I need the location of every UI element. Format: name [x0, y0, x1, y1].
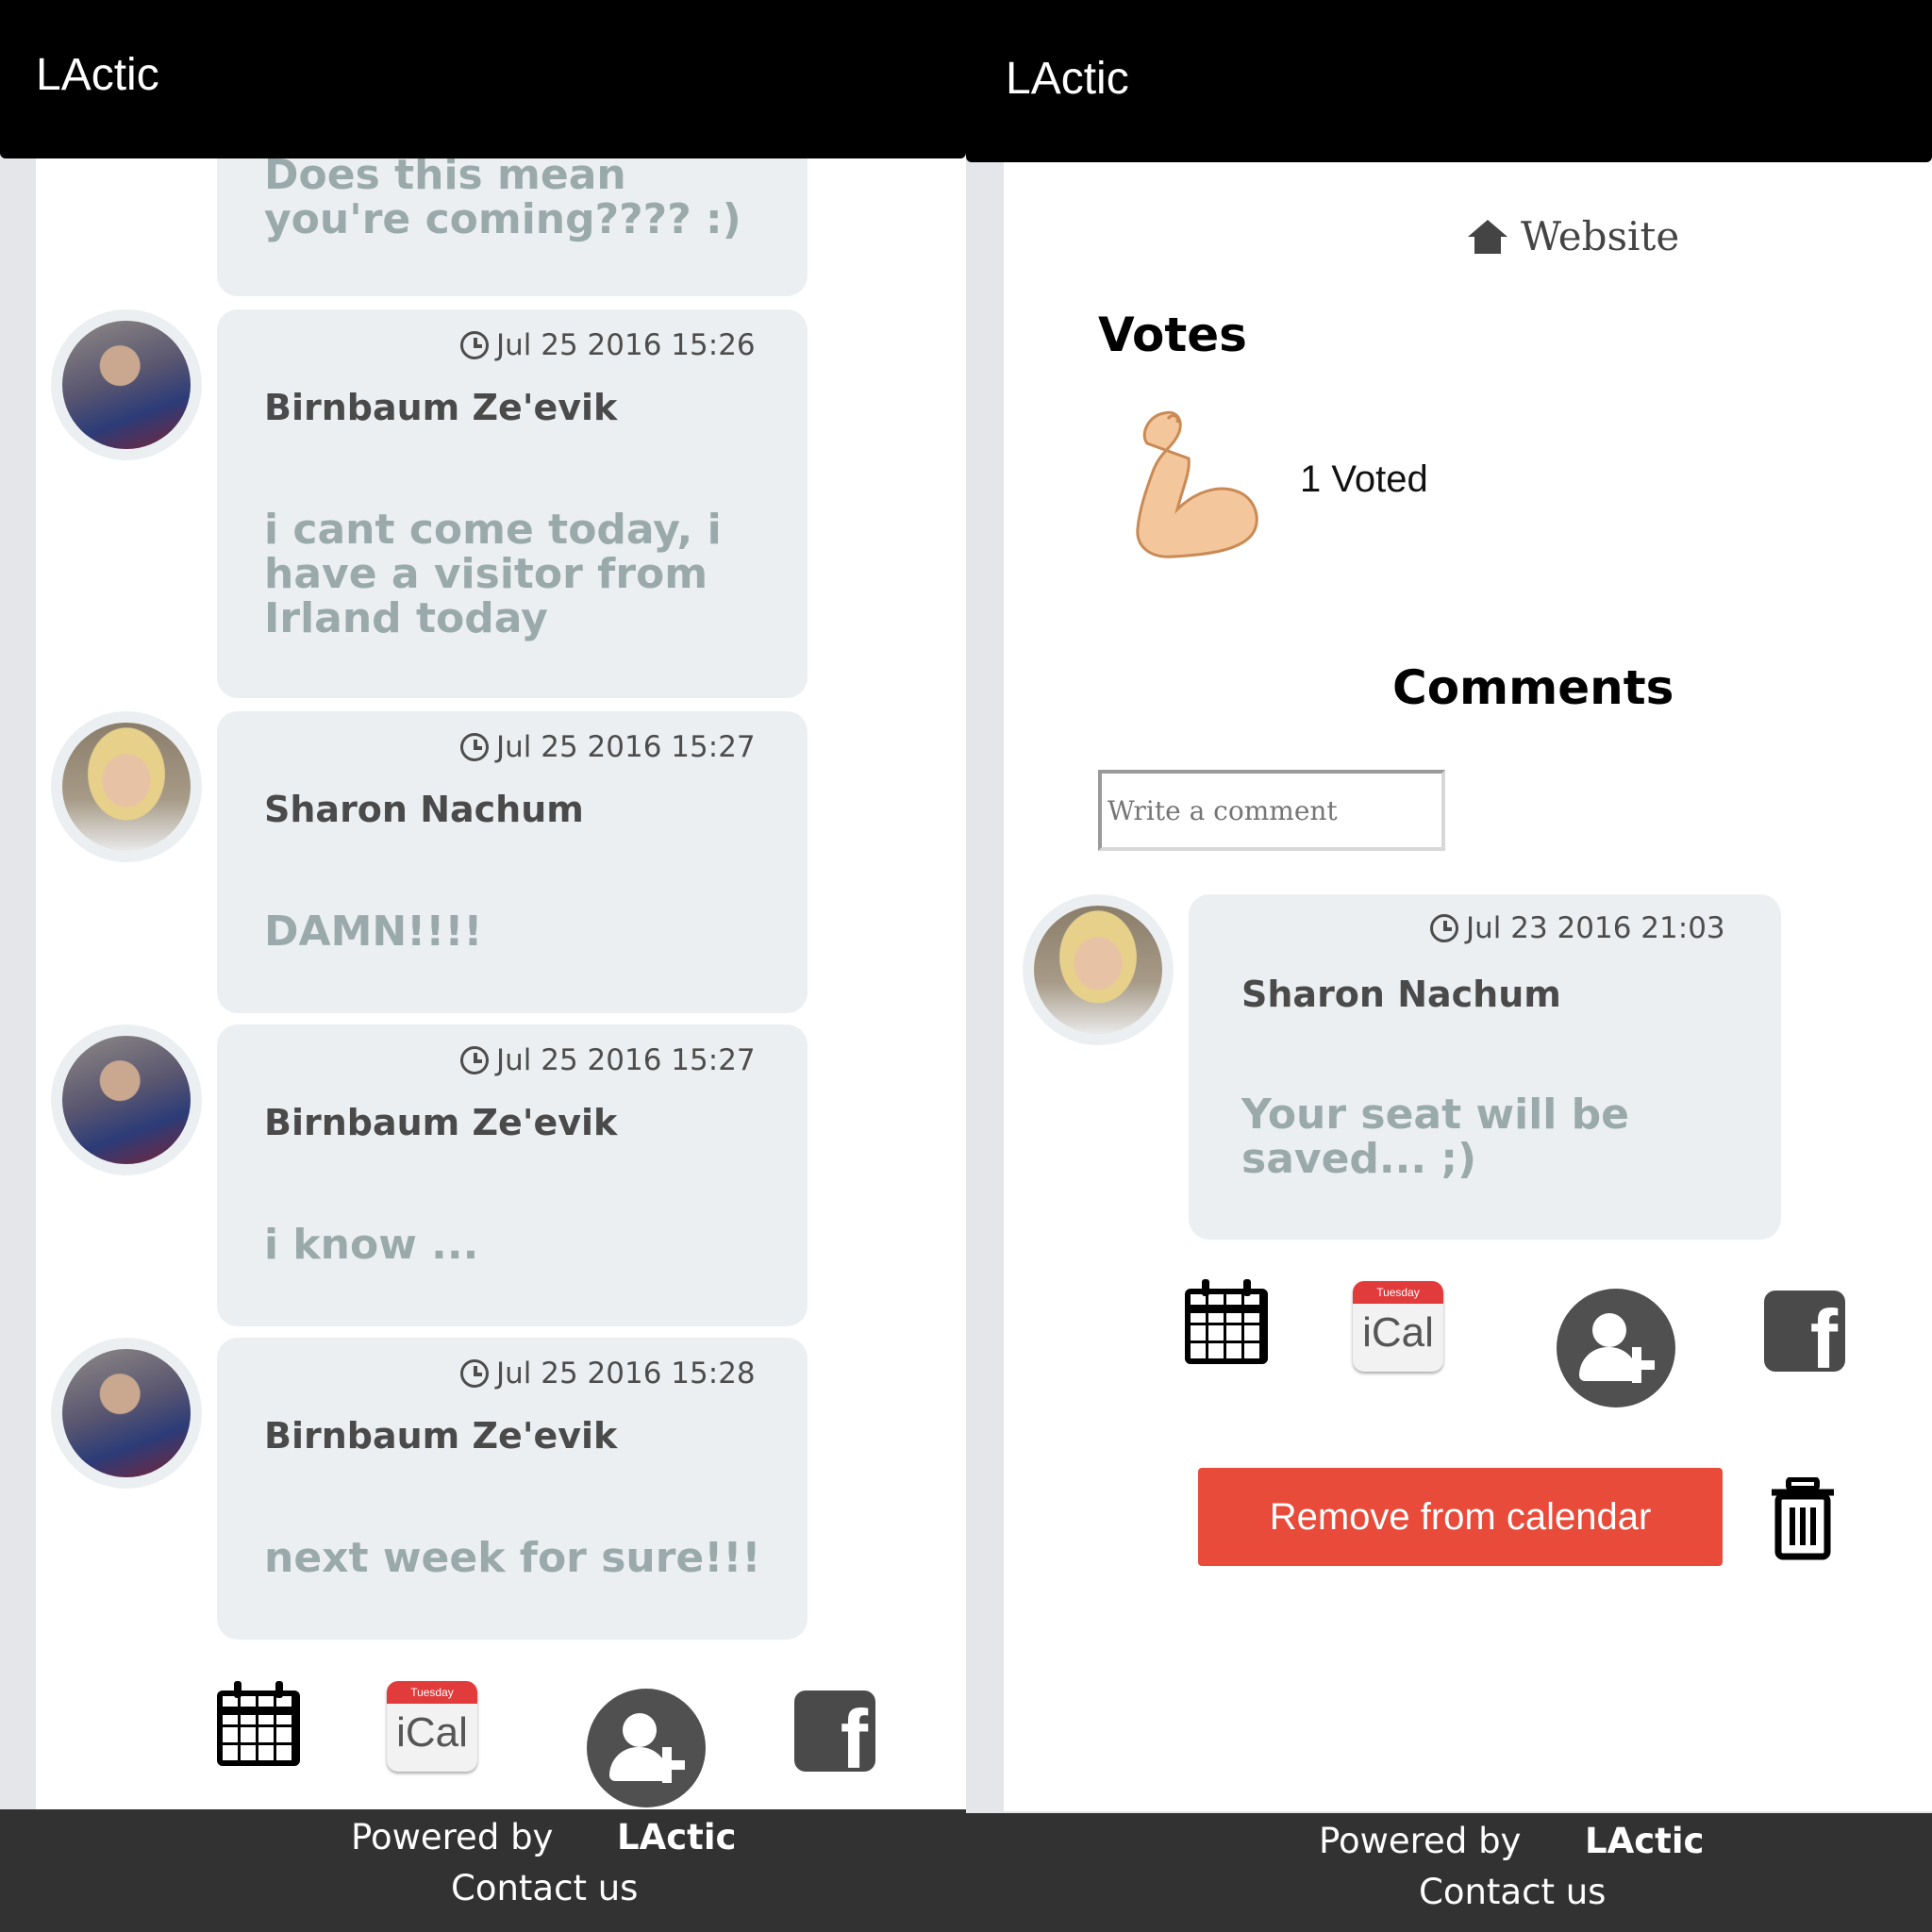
ical-icon[interactable]: Tuesday iCal [387, 1681, 477, 1772]
app-header: LActic [966, 0, 1932, 162]
facebook-icon[interactable]: f [1764, 1291, 1845, 1372]
comment-card: Jul 23 2016 21:03 Sharon Nachum Your sea… [1189, 894, 1781, 1240]
add-user-icon[interactable] [587, 1689, 706, 1807]
facebook-icon[interactable]: f [794, 1690, 875, 1772]
comment-message: Your seat will be saved... ;) [1241, 1091, 1630, 1183]
comments-heading: Comments [1392, 660, 1674, 715]
avatar[interactable] [1023, 894, 1174, 1045]
votes-heading: Votes [1098, 308, 1247, 362]
comment-card: Jul 25 2016 15:28 Birnbaum Ze'evik next … [217, 1338, 808, 1640]
comment-author: Birnbaum Ze'evik [264, 1102, 618, 1143]
left-screen: Does this mean you're coming???? :) Jul … [0, 0, 966, 1932]
app-title: LActic [1006, 54, 1129, 104]
contact-us-link[interactable]: Contact us [1419, 1872, 1606, 1912]
powered-by-text: Powered by [351, 1817, 554, 1857]
remove-from-calendar-button[interactable]: Remove from calendar [1198, 1468, 1723, 1566]
comments-list: Does this mean you're coming???? :) Jul … [36, 0, 966, 1811]
clock-icon [460, 1046, 489, 1074]
app-header: LActic [0, 0, 966, 158]
footer: Powered by LActic Contact us [0, 1809, 966, 1932]
add-user-icon[interactable] [1557, 1289, 1675, 1407]
avatar[interactable] [51, 309, 202, 460]
calendar-icon[interactable] [1185, 1279, 1268, 1364]
comment-message: i know ... [264, 1221, 479, 1269]
comment-card: Jul 25 2016 15:27 Sharon Nachum DAMN!!!! [217, 711, 808, 1013]
comment-card: Jul 25 2016 15:27 Birnbaum Ze'evik i kno… [217, 1024, 808, 1326]
comment-author: Birnbaum Ze'evik [264, 1415, 618, 1457]
ical-icon[interactable]: Tuesday iCal [1353, 1281, 1443, 1372]
comment-message: i cant come today, i have a visitor from… [264, 506, 722, 642]
avatar[interactable] [51, 711, 202, 862]
clock-icon [1430, 914, 1458, 942]
footer: Powered by LActic Contact us [966, 1813, 1932, 1932]
comment-message: Does this mean you're coming???? :) [264, 151, 741, 243]
comment-author: Birnbaum Ze'evik [264, 387, 618, 428]
comment-timestamp: Jul 25 2016 15:28 [460, 1357, 756, 1391]
clock-icon [460, 733, 489, 761]
avatar-image [1034, 906, 1162, 1034]
avatar-image [62, 1349, 191, 1477]
comment-timestamp: Jul 25 2016 15:26 [460, 328, 756, 362]
comment-timestamp: Jul 25 2016 15:27 [460, 730, 756, 764]
footer-brand[interactable]: LActic [1585, 1821, 1704, 1861]
comment-input[interactable] [1098, 770, 1445, 851]
home-icon [1468, 219, 1507, 254]
avatar-image [62, 321, 191, 449]
comment-message: DAMN!!!! [264, 908, 483, 956]
right-screen: Website Votes 1 Voted Comments Jul 23 20… [966, 0, 1932, 1932]
avatar-image [62, 1036, 191, 1164]
comment-card: Jul 25 2016 15:26 Birnbaum Ze'evik i can… [217, 309, 808, 698]
footer-brand[interactable]: LActic [617, 1817, 736, 1857]
comment-author: Sharon Nachum [264, 789, 584, 830]
flexed-biceps-icon[interactable] [1111, 406, 1262, 566]
app-title: LActic [36, 50, 159, 100]
comment-message: next week for sure!!! [264, 1534, 761, 1582]
avatar[interactable] [51, 1338, 202, 1489]
clock-icon [460, 1359, 489, 1388]
comment-author: Sharon Nachum [1241, 974, 1561, 1015]
powered-by-text: Powered by [1319, 1821, 1522, 1861]
clock-icon [460, 331, 489, 359]
comment-timestamp: Jul 25 2016 15:27 [460, 1043, 756, 1077]
calendar-icon[interactable] [217, 1681, 300, 1766]
avatar[interactable] [51, 1024, 202, 1175]
voted-count: 1 Voted [1300, 458, 1428, 500]
avatar-image [62, 723, 191, 851]
trash-icon[interactable] [1770, 1477, 1836, 1560]
event-detail: Website Votes 1 Voted Comments Jul 23 20… [1004, 0, 1932, 1811]
comment-timestamp: Jul 23 2016 21:03 [1430, 911, 1725, 945]
website-link[interactable]: Website [1468, 213, 1679, 259]
contact-us-link[interactable]: Contact us [451, 1868, 638, 1908]
